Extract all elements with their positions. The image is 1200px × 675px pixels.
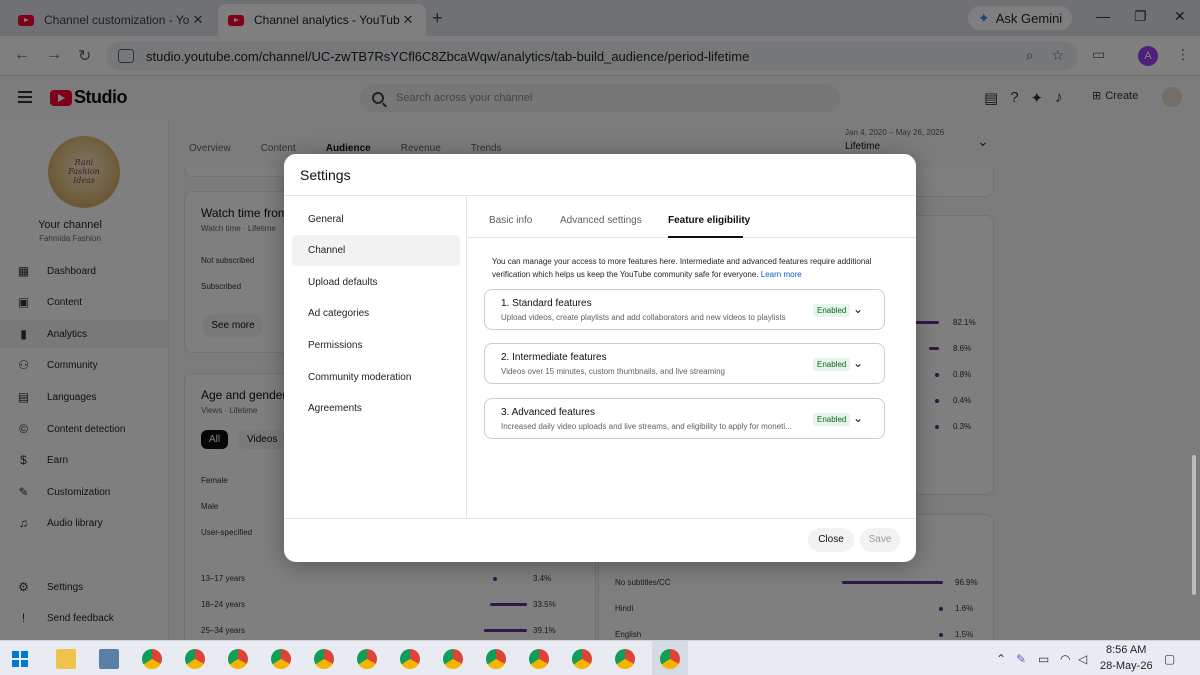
wifi-icon[interactable]: ◠	[1060, 652, 1070, 666]
status-badge: Enabled	[813, 304, 851, 317]
feature-title: 2. Intermediate features	[501, 352, 607, 363]
clock-date[interactable]: 28-May-26	[1100, 660, 1153, 672]
chevron-up-icon[interactable]: ⌃	[996, 652, 1006, 666]
file-explorer-icon[interactable]	[56, 649, 76, 669]
feature-title: 3. Advanced features	[501, 407, 595, 418]
settings-nav-community-moderation[interactable]: Community moderation	[292, 362, 460, 393]
chrome-icon[interactable]	[142, 649, 162, 669]
active-tab-indicator	[668, 236, 743, 238]
windows-taskbar: ⌃ ✎ ▭ ◠ ◁ 8:56 AM 28-May-26 ▢	[0, 640, 1200, 675]
intro-text: You can manage your access to more featu…	[492, 257, 872, 279]
chrome-profile-icon[interactable]	[185, 649, 205, 669]
pen-icon[interactable]: ✎	[1016, 652, 1026, 666]
chrome-profile-icon[interactable]	[228, 649, 248, 669]
chrome-active-profile-icon[interactable]	[660, 649, 680, 669]
windows-start-icon[interactable]	[12, 651, 28, 667]
battery-icon[interactable]: ▭	[1038, 652, 1049, 666]
notification-icon[interactable]: ▢	[1164, 652, 1175, 666]
page-scrollbar[interactable]	[1192, 455, 1196, 595]
settings-nav-general[interactable]: General	[292, 204, 460, 235]
intermediate-features-row[interactable]: 2. Intermediate features Videos over 15 …	[484, 343, 885, 384]
settings-nav-upload-defaults[interactable]: Upload defaults	[292, 267, 460, 298]
tab-advanced-settings[interactable]: Advanced settings	[560, 215, 642, 226]
chrome-profile-icon[interactable]	[486, 649, 506, 669]
feature-eligibility-intro: You can manage your access to more featu…	[492, 255, 872, 281]
status-badge: Enabled	[813, 413, 851, 426]
standard-features-row[interactable]: 1. Standard features Upload videos, crea…	[484, 289, 885, 330]
settings-dialog: Settings General Channel Upload defaults…	[284, 154, 916, 562]
feature-description: Upload videos, create playlists and add …	[501, 313, 786, 322]
learn-more-link[interactable]: Learn more	[761, 270, 802, 279]
channel-settings-tabs: Basic info Advanced settings Feature eli…	[468, 196, 916, 238]
volume-icon[interactable]: ◁	[1078, 652, 1087, 666]
chrome-profile-icon[interactable]	[357, 649, 377, 669]
chevron-down-icon[interactable]: ⌄	[853, 356, 863, 370]
chrome-profile-icon[interactable]	[314, 649, 334, 669]
calculator-icon[interactable]	[99, 649, 119, 669]
status-badge: Enabled	[813, 358, 851, 371]
chevron-down-icon[interactable]: ⌄	[853, 411, 863, 425]
chrome-profile-icon[interactable]	[529, 649, 549, 669]
feature-description: Videos over 15 minutes, custom thumbnail…	[501, 367, 725, 376]
chrome-profile-icon[interactable]	[572, 649, 592, 669]
settings-nav-permissions[interactable]: Permissions	[292, 330, 460, 361]
tab-basic-info[interactable]: Basic info	[489, 215, 532, 226]
chrome-profile-icon[interactable]	[615, 649, 635, 669]
chrome-profile-icon[interactable]	[271, 649, 291, 669]
close-button[interactable]: Close	[808, 528, 854, 552]
advanced-features-row[interactable]: 3. Advanced features Increased daily vid…	[484, 398, 885, 439]
settings-nav-ad-categories[interactable]: Ad categories	[292, 298, 460, 329]
dialog-title: Settings	[300, 167, 351, 183]
chevron-down-icon[interactable]: ⌄	[853, 302, 863, 316]
chrome-profile-icon[interactable]	[400, 649, 420, 669]
settings-nav: General Channel Upload defaults Ad categ…	[284, 196, 467, 518]
chrome-profile-icon[interactable]	[443, 649, 463, 669]
divider	[284, 518, 916, 519]
save-button[interactable]: Save	[860, 528, 900, 552]
settings-nav-channel[interactable]: Channel	[292, 235, 460, 266]
settings-nav-agreements[interactable]: Agreements	[292, 393, 460, 424]
feature-description: Increased daily video uploads and live s…	[501, 422, 792, 431]
feature-title: 1. Standard features	[501, 298, 592, 309]
clock-time[interactable]: 8:56 AM	[1106, 644, 1146, 656]
tab-feature-eligibility[interactable]: Feature eligibility	[668, 215, 750, 226]
